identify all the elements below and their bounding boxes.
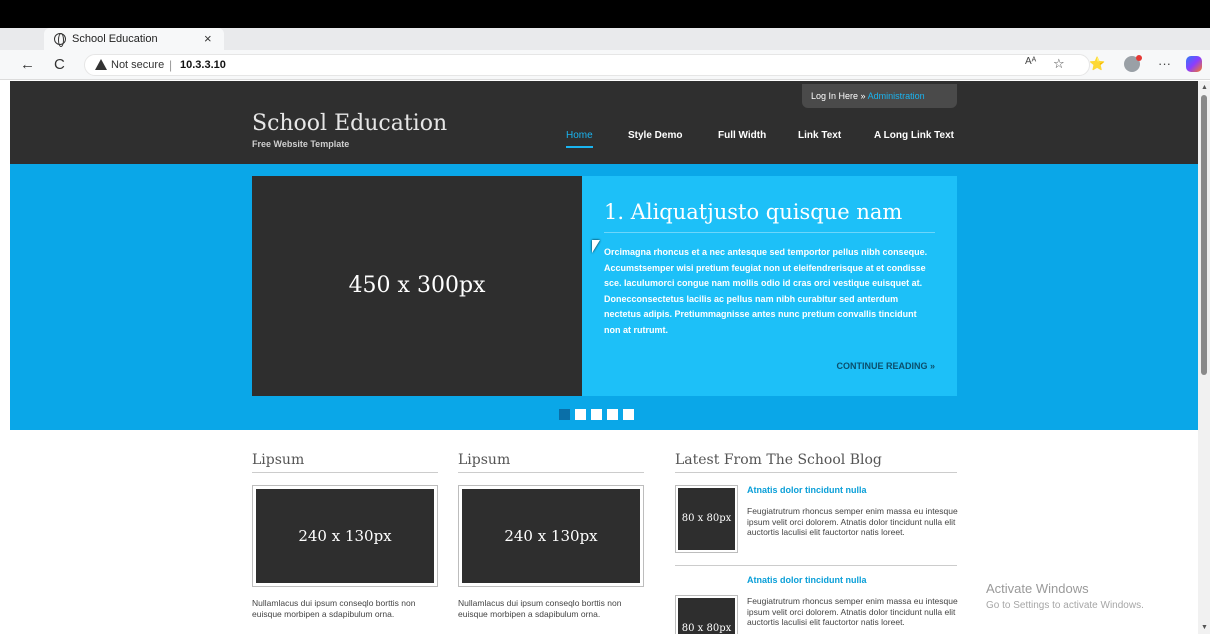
slider-dot[interactable] — [575, 409, 586, 420]
column-text: Nullamlacus dui ipsum conseqlo borttis n… — [252, 598, 416, 619]
slider-dot[interactable] — [607, 409, 618, 420]
login-bar: Log In Here » Administration — [802, 84, 957, 108]
thumb-placeholder: 80 x 80px — [678, 598, 735, 634]
column-image[interactable]: 240 x 130px — [458, 485, 644, 587]
blog-thumb[interactable]: 80 x 80px — [675, 595, 738, 634]
activate-windows-title: Activate Windows — [986, 581, 1089, 596]
favorites-list-icon[interactable]: ⭐ — [1089, 56, 1105, 72]
column-image[interactable]: 240 x 130px — [252, 485, 438, 587]
blog-heading: Latest From The School Blog — [675, 452, 882, 468]
slider-dot[interactable] — [623, 409, 634, 420]
screen-top-bar — [0, 0, 1210, 28]
tab-school-education[interactable]: School Education × — [44, 28, 224, 50]
site-logo[interactable]: School Education — [252, 111, 447, 136]
scroll-up-arrow-icon[interactable]: ▲ — [1201, 84, 1208, 91]
slide-caption: 1. Aliquatjusto quisque nam Orcimagna rh… — [582, 176, 957, 396]
image-placeholder: 240 x 130px — [256, 489, 434, 583]
slide-title: 1. Aliquatjusto quisque nam — [604, 200, 935, 233]
column-title: Lipsum — [252, 452, 305, 468]
login-prefix: Log In Here » — [811, 91, 866, 101]
column-text: Nullamlacus dui ipsum conseqlo borttis n… — [458, 598, 622, 619]
divider — [675, 472, 957, 473]
slide-image-placeholder: 450 x 300px — [252, 176, 582, 396]
more-menu-icon[interactable]: ··· — [1158, 56, 1171, 71]
mouse-cursor — [592, 240, 600, 253]
image-placeholder: 240 x 130px — [462, 489, 640, 583]
warning-icon[interactable] — [95, 59, 107, 70]
activate-windows-subtitle: Go to Settings to activate Windows. — [986, 600, 1144, 611]
profile-avatar[interactable] — [1124, 55, 1142, 72]
website: Log In Here » Administration School Educ… — [10, 81, 1198, 634]
url-separator: | — [169, 58, 173, 72]
slider-pagination — [559, 407, 639, 425]
address-bar: ← C Not secure | 10.3.3.10 Aᴬ ☆ ⭐ ··· — [0, 50, 1210, 80]
slide-body: Orcimagna rhoncus et a nec antesque sed … — [604, 247, 928, 335]
nav-full-width[interactable]: Full Width — [718, 130, 766, 141]
tab-title: School Education — [72, 33, 158, 45]
copilot-icon[interactable] — [1186, 56, 1202, 72]
site-tagline: Free Website Template — [252, 139, 350, 149]
reload-button[interactable]: C — [54, 56, 65, 73]
scrollbar-thumb[interactable] — [1201, 95, 1207, 375]
globe-icon — [54, 33, 66, 47]
url-text[interactable]: 10.3.3.10 — [180, 59, 226, 71]
tab-close-icon[interactable]: × — [204, 31, 212, 46]
vertical-scrollbar[interactable]: ▲ ▼ — [1198, 81, 1210, 634]
site-header: Log In Here » Administration School Educ… — [10, 81, 1198, 164]
nav-home[interactable]: Home — [566, 130, 593, 148]
blog-post-text: Feugiatrutrum rhoncus semper enim massa … — [747, 596, 958, 627]
column-title: Lipsum — [458, 452, 511, 468]
divider — [675, 565, 957, 566]
url-field[interactable]: Not secure | 10.3.3.10 — [84, 54, 1090, 76]
security-label[interactable]: Not secure — [111, 59, 164, 71]
favorite-star-icon[interactable]: ☆ — [1053, 56, 1065, 72]
divider — [252, 472, 438, 473]
blog-post-text: Feugiatrutrum rhoncus semper enim massa … — [747, 506, 958, 537]
continue-reading-link[interactable]: CONTINUE READING » — [836, 361, 935, 371]
divider — [458, 472, 644, 473]
nav-style-demo[interactable]: Style Demo — [628, 130, 682, 141]
nav-link-text[interactable]: Link Text — [798, 130, 841, 141]
blog-post-title[interactable]: Atnatis dolor tincidunt nulla — [747, 575, 867, 585]
featured-slider: 450 x 300px 1. Aliquatjusto quisque nam … — [10, 164, 1198, 430]
slider-dot[interactable] — [591, 409, 602, 420]
blog-thumb[interactable]: 80 x 80px — [675, 485, 738, 553]
back-button[interactable]: ← — [20, 56, 35, 73]
blog-post-title[interactable]: Atnatis dolor tincidunt nulla — [747, 485, 867, 495]
tab-bar: School Education × + – ▢ ✕ — [0, 28, 1210, 76]
administration-link[interactable]: Administration — [868, 91, 925, 101]
read-aloud-icon[interactable]: Aᴬ — [1025, 56, 1036, 67]
nav-long-link-text[interactable]: A Long Link Text — [874, 130, 954, 141]
thumb-placeholder: 80 x 80px — [678, 488, 735, 550]
slider-dot[interactable] — [559, 409, 570, 420]
scroll-down-arrow-icon[interactable]: ▼ — [1201, 624, 1208, 631]
page-viewport: Log In Here » Administration School Educ… — [0, 81, 1210, 634]
